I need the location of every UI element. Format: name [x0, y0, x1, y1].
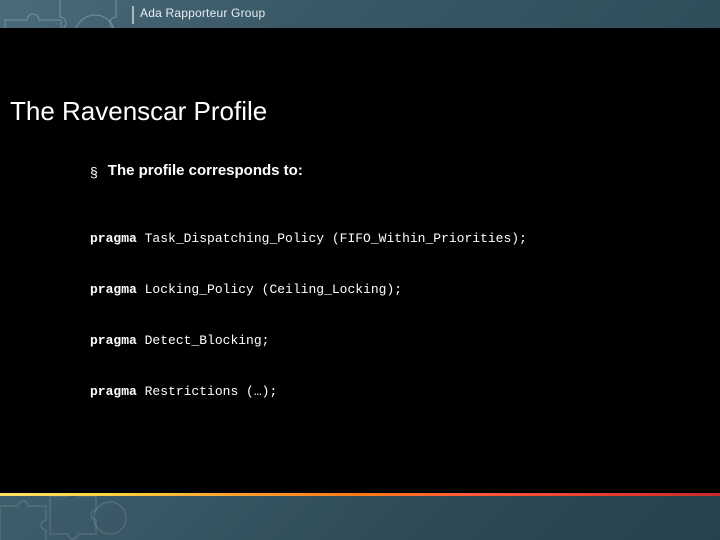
code-block: pragma Task_Dispatching_Policy (FIFO_Wit…	[90, 196, 650, 434]
slide-title: The Ravenscar Profile	[10, 96, 267, 127]
code-rest: Detect_Blocking;	[145, 333, 270, 348]
code-keyword: pragma	[90, 282, 137, 297]
footer-band	[0, 496, 720, 540]
code-line: pragma Locking_Policy (Ceiling_Locking);	[90, 281, 650, 298]
slide: Ada Rapporteur Group The Ravenscar Profi…	[0, 0, 720, 540]
code-line: pragma Detect_Blocking;	[90, 332, 650, 349]
code-rest: Task_Dispatching_Policy (FIFO_Within_Pri…	[145, 231, 527, 246]
code-line: pragma Restrictions (…);	[90, 383, 650, 400]
header-group-label: Ada Rapporteur Group	[140, 6, 265, 20]
bullet-text: The profile corresponds to:	[108, 162, 303, 179]
code-rest: Locking_Policy (Ceiling_Locking);	[145, 282, 402, 297]
code-line: pragma Task_Dispatching_Policy (FIFO_Wit…	[90, 230, 650, 247]
code-keyword: pragma	[90, 333, 137, 348]
code-rest: Restrictions (…);	[145, 384, 278, 399]
code-keyword: pragma	[90, 384, 137, 399]
bullet-row: § The profile corresponds to:	[90, 162, 650, 182]
footer-decoration	[0, 496, 720, 540]
content-area: § The profile corresponds to: pragma Tas…	[90, 162, 650, 434]
header-divider	[132, 6, 134, 24]
code-keyword: pragma	[90, 231, 137, 246]
bullet-marker: §	[90, 162, 98, 182]
